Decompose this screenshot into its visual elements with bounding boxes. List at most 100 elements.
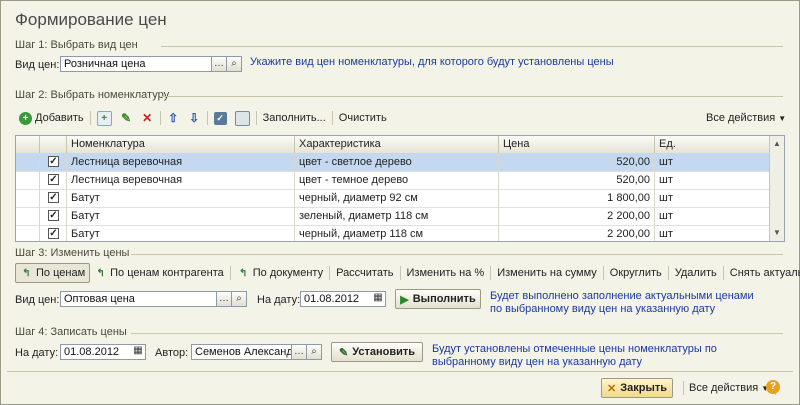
run-button[interactable]: ▶ Выполнить xyxy=(395,289,481,309)
table-row[interactable]: ✓ Батут черный, диаметр 118 см 2 200,00 … xyxy=(16,225,769,241)
cell-price[interactable]: 520,00 xyxy=(499,171,655,189)
toolbar-separator xyxy=(399,266,401,280)
check-cell xyxy=(40,153,67,171)
row-marker xyxy=(16,225,40,241)
remove-actuality-button[interactable]: Снять актуальность xyxy=(726,264,800,282)
toolbar-separator xyxy=(683,381,684,395)
calculate-button[interactable]: Рассчитать xyxy=(332,264,397,282)
by-contractor-prices-button[interactable]: ↰ По ценам контрагента xyxy=(90,264,228,282)
copy-icon: + xyxy=(96,110,112,126)
cell-name: Батут xyxy=(67,189,295,207)
scroll-up-icon[interactable]: ▲ xyxy=(771,138,783,150)
delete-prices-button[interactable]: Удалить xyxy=(671,264,721,282)
help-icon[interactable]: ? xyxy=(766,380,780,394)
step3-date-value: 01.08.2012 xyxy=(304,293,360,305)
table-row[interactable]: ✓ Батут зеленый, диаметр 118 см 2 200,00… xyxy=(16,207,769,226)
step3-search-icon[interactable]: ⌕ xyxy=(231,291,247,307)
uncheck-all-button[interactable] xyxy=(231,109,254,127)
header-characteristic[interactable]: Характеристика xyxy=(295,136,499,153)
step3-select-button[interactable]: … xyxy=(216,291,232,307)
row-marker xyxy=(16,189,40,207)
step4-divider xyxy=(131,333,783,334)
step1-header: Шаг 1: Выбрать вид цен xyxy=(15,39,138,51)
step4-date-input[interactable]: 01.08.2012 ▦ xyxy=(60,344,146,360)
footer-all-actions-label: Все действия xyxy=(689,382,759,394)
check-all-button[interactable]: ✓ xyxy=(210,109,231,127)
fill-button[interactable]: Заполнить... xyxy=(259,109,330,127)
cell-price[interactable]: 1 800,00 xyxy=(499,189,655,207)
cell-unit: шт xyxy=(659,156,673,168)
cell-unit: шт xyxy=(659,192,673,204)
contractor-prices-icon: ↰ xyxy=(96,267,105,279)
check-cell xyxy=(40,225,67,241)
items-table: Номенклатура Характеристика Цена Ед. ✓ Л… xyxy=(15,135,785,242)
close-button[interactable]: ✕ Закрыть xyxy=(601,378,673,398)
toolbar-separator xyxy=(602,266,604,280)
step2-divider xyxy=(161,96,783,97)
cell-price[interactable]: 2 200,00 xyxy=(499,207,655,225)
add-icon: + xyxy=(19,111,32,125)
toolbar-separator xyxy=(89,111,91,125)
step3-date-input[interactable]: 01.08.2012 ▦ xyxy=(300,291,386,307)
step1-price-type-label: Вид цен: xyxy=(15,59,60,71)
scroll-down-icon[interactable]: ▼ xyxy=(771,227,783,239)
header-name[interactable]: Номенклатура xyxy=(67,136,295,153)
by-document-button[interactable]: ↰ По документу xyxy=(233,264,327,282)
copy-button[interactable]: + xyxy=(93,109,116,127)
toolbar-separator xyxy=(667,266,669,280)
by-prices-label: По ценам xyxy=(36,267,86,279)
table-row[interactable]: ✓ Лестница веревочная цвет - темное дере… xyxy=(16,171,769,190)
toolbar-separator xyxy=(329,266,331,280)
toolbar-separator xyxy=(722,266,724,280)
step4-date-label: На дату: xyxy=(15,347,59,359)
dropdown-arrow-icon: ▼ xyxy=(778,113,787,123)
step4-select-button[interactable]: … xyxy=(291,344,307,360)
edit-button[interactable]: ✎ xyxy=(116,109,137,127)
step1-price-type-input[interactable]: Розничная цена … ⌕ xyxy=(60,56,242,72)
table-row[interactable]: ✓ Лестница веревочная цвет - светлое дер… xyxy=(16,153,769,172)
cell-characteristic: черный, диаметр 118 см xyxy=(295,225,499,241)
footer-divider xyxy=(7,371,793,372)
fill-prices-icon: ↰ xyxy=(22,267,31,279)
clear-button[interactable]: Очистить xyxy=(335,109,391,127)
play-icon: ▶ xyxy=(400,293,409,306)
move-down-button[interactable]: ⇩ xyxy=(184,109,205,127)
step3-price-type-label: Вид цен: xyxy=(15,294,60,306)
calendar-icon[interactable]: ▦ xyxy=(370,291,386,307)
move-up-button[interactable]: ⇧ xyxy=(163,109,184,127)
price-formation-window: Формирование цен Шаг 1: Выбрать вид цен … xyxy=(0,0,800,405)
step4-header: Шаг 4: Записать цены xyxy=(15,326,127,338)
footer-all-actions-menu[interactable]: Все действия ▼ xyxy=(681,379,778,397)
cell-name: Батут xyxy=(67,225,295,241)
set-prices-button[interactable]: ✎ Установить xyxy=(331,342,423,362)
step2-all-actions-menu[interactable]: Все действия ▼ xyxy=(706,109,786,127)
header-price[interactable]: Цена xyxy=(499,136,655,153)
round-button[interactable]: Округлить xyxy=(606,264,666,282)
cell-unit: шт xyxy=(659,174,673,186)
delete-button[interactable]: ✕ xyxy=(137,109,158,127)
step3-price-type-input[interactable]: Оптовая цена … ⌕ xyxy=(60,291,247,307)
cell-name: Лестница веревочная xyxy=(67,171,295,189)
step1-search-icon[interactable]: ⌕ xyxy=(226,56,242,72)
write-icon: ✎ xyxy=(338,346,349,359)
table-scrollbar[interactable]: ▲ ▼ xyxy=(769,136,784,241)
header-row-marker xyxy=(16,136,40,153)
header-unit[interactable]: Ед. xyxy=(655,136,769,153)
check-cell xyxy=(40,189,67,207)
cell-unit: шт xyxy=(659,228,673,240)
cell-price[interactable]: 2 200,00 xyxy=(499,225,655,241)
calendar-icon[interactable]: ▦ xyxy=(130,344,146,360)
step4-search-icon[interactable]: ⌕ xyxy=(306,344,322,360)
all-actions-label: Все действия xyxy=(706,112,776,124)
step4-author-input[interactable]: Семенов Александр … ⌕ xyxy=(191,344,322,360)
change-sum-button[interactable]: Изменить на сумму xyxy=(493,264,601,282)
add-button[interactable]: + Добавить xyxy=(15,109,88,127)
by-prices-button[interactable]: ↰ По ценам xyxy=(15,263,91,283)
cell-price[interactable]: 520,00 xyxy=(499,153,655,171)
table-row[interactable]: ✓ Батут черный, диаметр 92 см 1 800,00 ш… xyxy=(16,189,769,208)
change-percent-button[interactable]: Изменить на % xyxy=(403,264,489,282)
arrow-down-icon: ⇩ xyxy=(189,110,200,125)
step2-header: Шаг 2: Выбрать номенклатуру xyxy=(15,89,170,101)
step1-divider xyxy=(161,46,783,47)
step1-select-button[interactable]: … xyxy=(211,56,227,72)
